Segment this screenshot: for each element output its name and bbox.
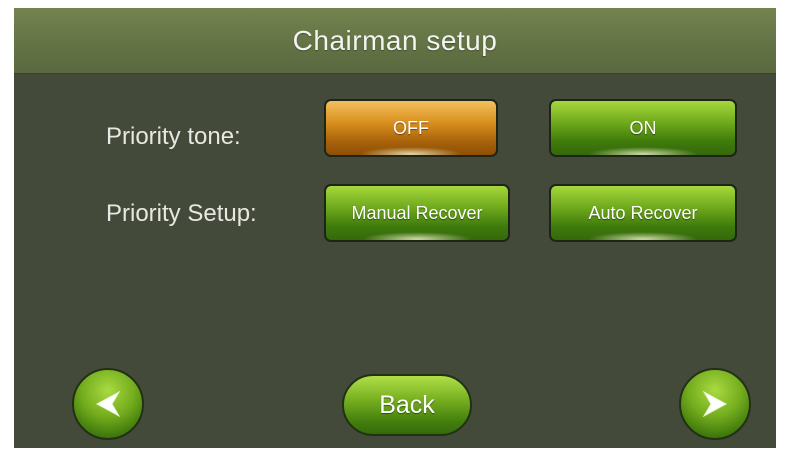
priority-tone-on-button[interactable]: ON (549, 99, 737, 157)
next-page-button[interactable] (679, 368, 751, 440)
priority-setup-label: Priority Setup: (106, 200, 257, 227)
priority-tone-on-label: ON (629, 117, 657, 138)
auto-recover-label: Auto Recover (588, 202, 698, 223)
chairman-setup-screen: Chairman setup Priority tone: OFF ON Pri… (14, 8, 776, 448)
back-button-label: Back (379, 390, 435, 419)
manual-recover-label: Manual Recover (351, 202, 483, 223)
right-arrow-icon (700, 389, 730, 419)
auto-recover-button[interactable]: Auto Recover (549, 184, 737, 242)
header-bar: Chairman setup (14, 8, 776, 74)
priority-tone-label: Priority tone: (106, 123, 241, 150)
back-button[interactable]: Back (342, 374, 472, 436)
left-arrow-icon (93, 389, 123, 419)
priority-tone-off-button[interactable]: OFF (324, 99, 498, 157)
manual-recover-button[interactable]: Manual Recover (324, 184, 510, 242)
priority-tone-off-label: OFF (393, 117, 429, 138)
page-title: Chairman setup (292, 24, 498, 56)
previous-page-button[interactable] (72, 368, 144, 440)
